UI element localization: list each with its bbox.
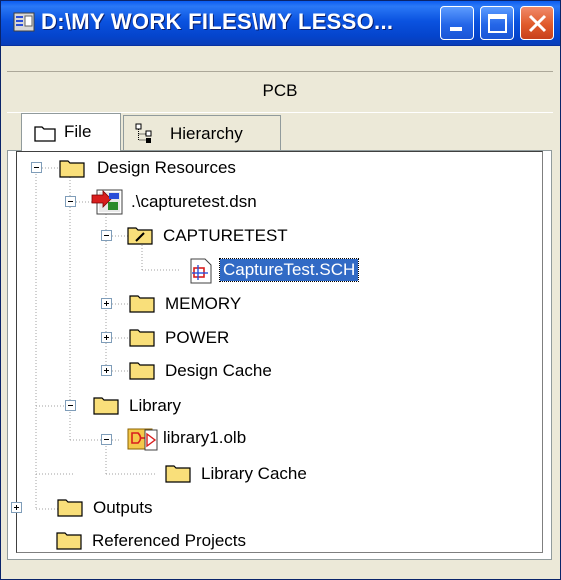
tree-node-design-resources[interactable]: Design Resources bbox=[97, 158, 236, 178]
folder-icon bbox=[165, 465, 191, 483]
tree-node-power[interactable]: POWER bbox=[165, 328, 229, 348]
expand-memory[interactable] bbox=[101, 298, 112, 309]
window-bottom-border bbox=[1, 571, 560, 579]
folder-icon bbox=[129, 362, 155, 380]
folder-icon bbox=[57, 499, 83, 517]
pane-header: PCB bbox=[7, 71, 553, 113]
window-title: D:\MY WORK FILES\MY LESSO... bbox=[41, 9, 394, 34]
folder-icon bbox=[59, 160, 85, 178]
collapse-design-resources[interactable] bbox=[31, 162, 42, 173]
pane-header-label: PCB bbox=[262, 81, 298, 100]
tree-node-library[interactable]: Library bbox=[129, 396, 181, 416]
tree-node-memory[interactable]: MEMORY bbox=[165, 294, 241, 314]
tab-hierarchy[interactable]: Hierarchy bbox=[123, 115, 281, 151]
tree-node-design-cache[interactable]: Design Cache bbox=[165, 361, 272, 381]
tree-node-outputs[interactable]: Outputs bbox=[93, 498, 153, 518]
close-icon bbox=[528, 14, 547, 33]
folder-icon bbox=[129, 329, 155, 347]
folder-icon bbox=[93, 397, 119, 415]
project-tree[interactable]: Design Resources .\capturetest.dsn CAPTU… bbox=[11, 151, 543, 553]
tree-node-schematic[interactable]: CaptureTest.SCH bbox=[218, 258, 360, 282]
expand-outputs[interactable] bbox=[11, 502, 22, 513]
design-file-icon bbox=[91, 189, 123, 215]
collapse-library[interactable] bbox=[65, 400, 76, 411]
folder-icon bbox=[56, 532, 82, 550]
tree-node-design-file[interactable]: .\capturetest.dsn bbox=[131, 192, 257, 212]
collapse-capturetest[interactable] bbox=[101, 230, 112, 241]
tree-node-library-cache[interactable]: Library Cache bbox=[201, 464, 307, 484]
expand-design-cache[interactable] bbox=[101, 365, 112, 376]
collapse-library-file[interactable] bbox=[101, 434, 112, 445]
folder-icon bbox=[34, 126, 56, 142]
maximize-icon bbox=[488, 14, 507, 33]
minimize-icon bbox=[450, 27, 462, 31]
tab-hierarchy-label: Hierarchy bbox=[170, 124, 243, 143]
hierarchy-icon bbox=[135, 123, 152, 143]
folder-icon bbox=[129, 295, 155, 313]
app-icon bbox=[13, 12, 35, 32]
expand-power[interactable] bbox=[101, 332, 112, 343]
library-file-icon bbox=[127, 428, 158, 451]
tab-file-label: File bbox=[64, 122, 92, 141]
tab-file[interactable]: File bbox=[21, 113, 121, 151]
tree-node-referenced-projects[interactable]: Referenced Projects bbox=[92, 531, 246, 551]
tree-panel: Design Resources .\capturetest.dsn CAPTU… bbox=[7, 150, 552, 560]
close-button[interactable] bbox=[520, 6, 554, 40]
minimize-button[interactable] bbox=[440, 6, 474, 40]
title-bar[interactable]: D:\MY WORK FILES\MY LESSO... bbox=[1, 1, 560, 46]
open-folder-icon bbox=[127, 227, 153, 245]
tree-node-library-file[interactable]: library1.olb bbox=[163, 428, 246, 448]
maximize-button[interactable] bbox=[480, 6, 514, 40]
app-window: D:\MY WORK FILES\MY LESSO... PCB File Hi… bbox=[0, 0, 561, 580]
schematic-file-icon bbox=[190, 258, 212, 284]
collapse-design-file[interactable] bbox=[65, 196, 76, 207]
tree-node-capturetest[interactable]: CAPTURETEST bbox=[163, 226, 288, 246]
